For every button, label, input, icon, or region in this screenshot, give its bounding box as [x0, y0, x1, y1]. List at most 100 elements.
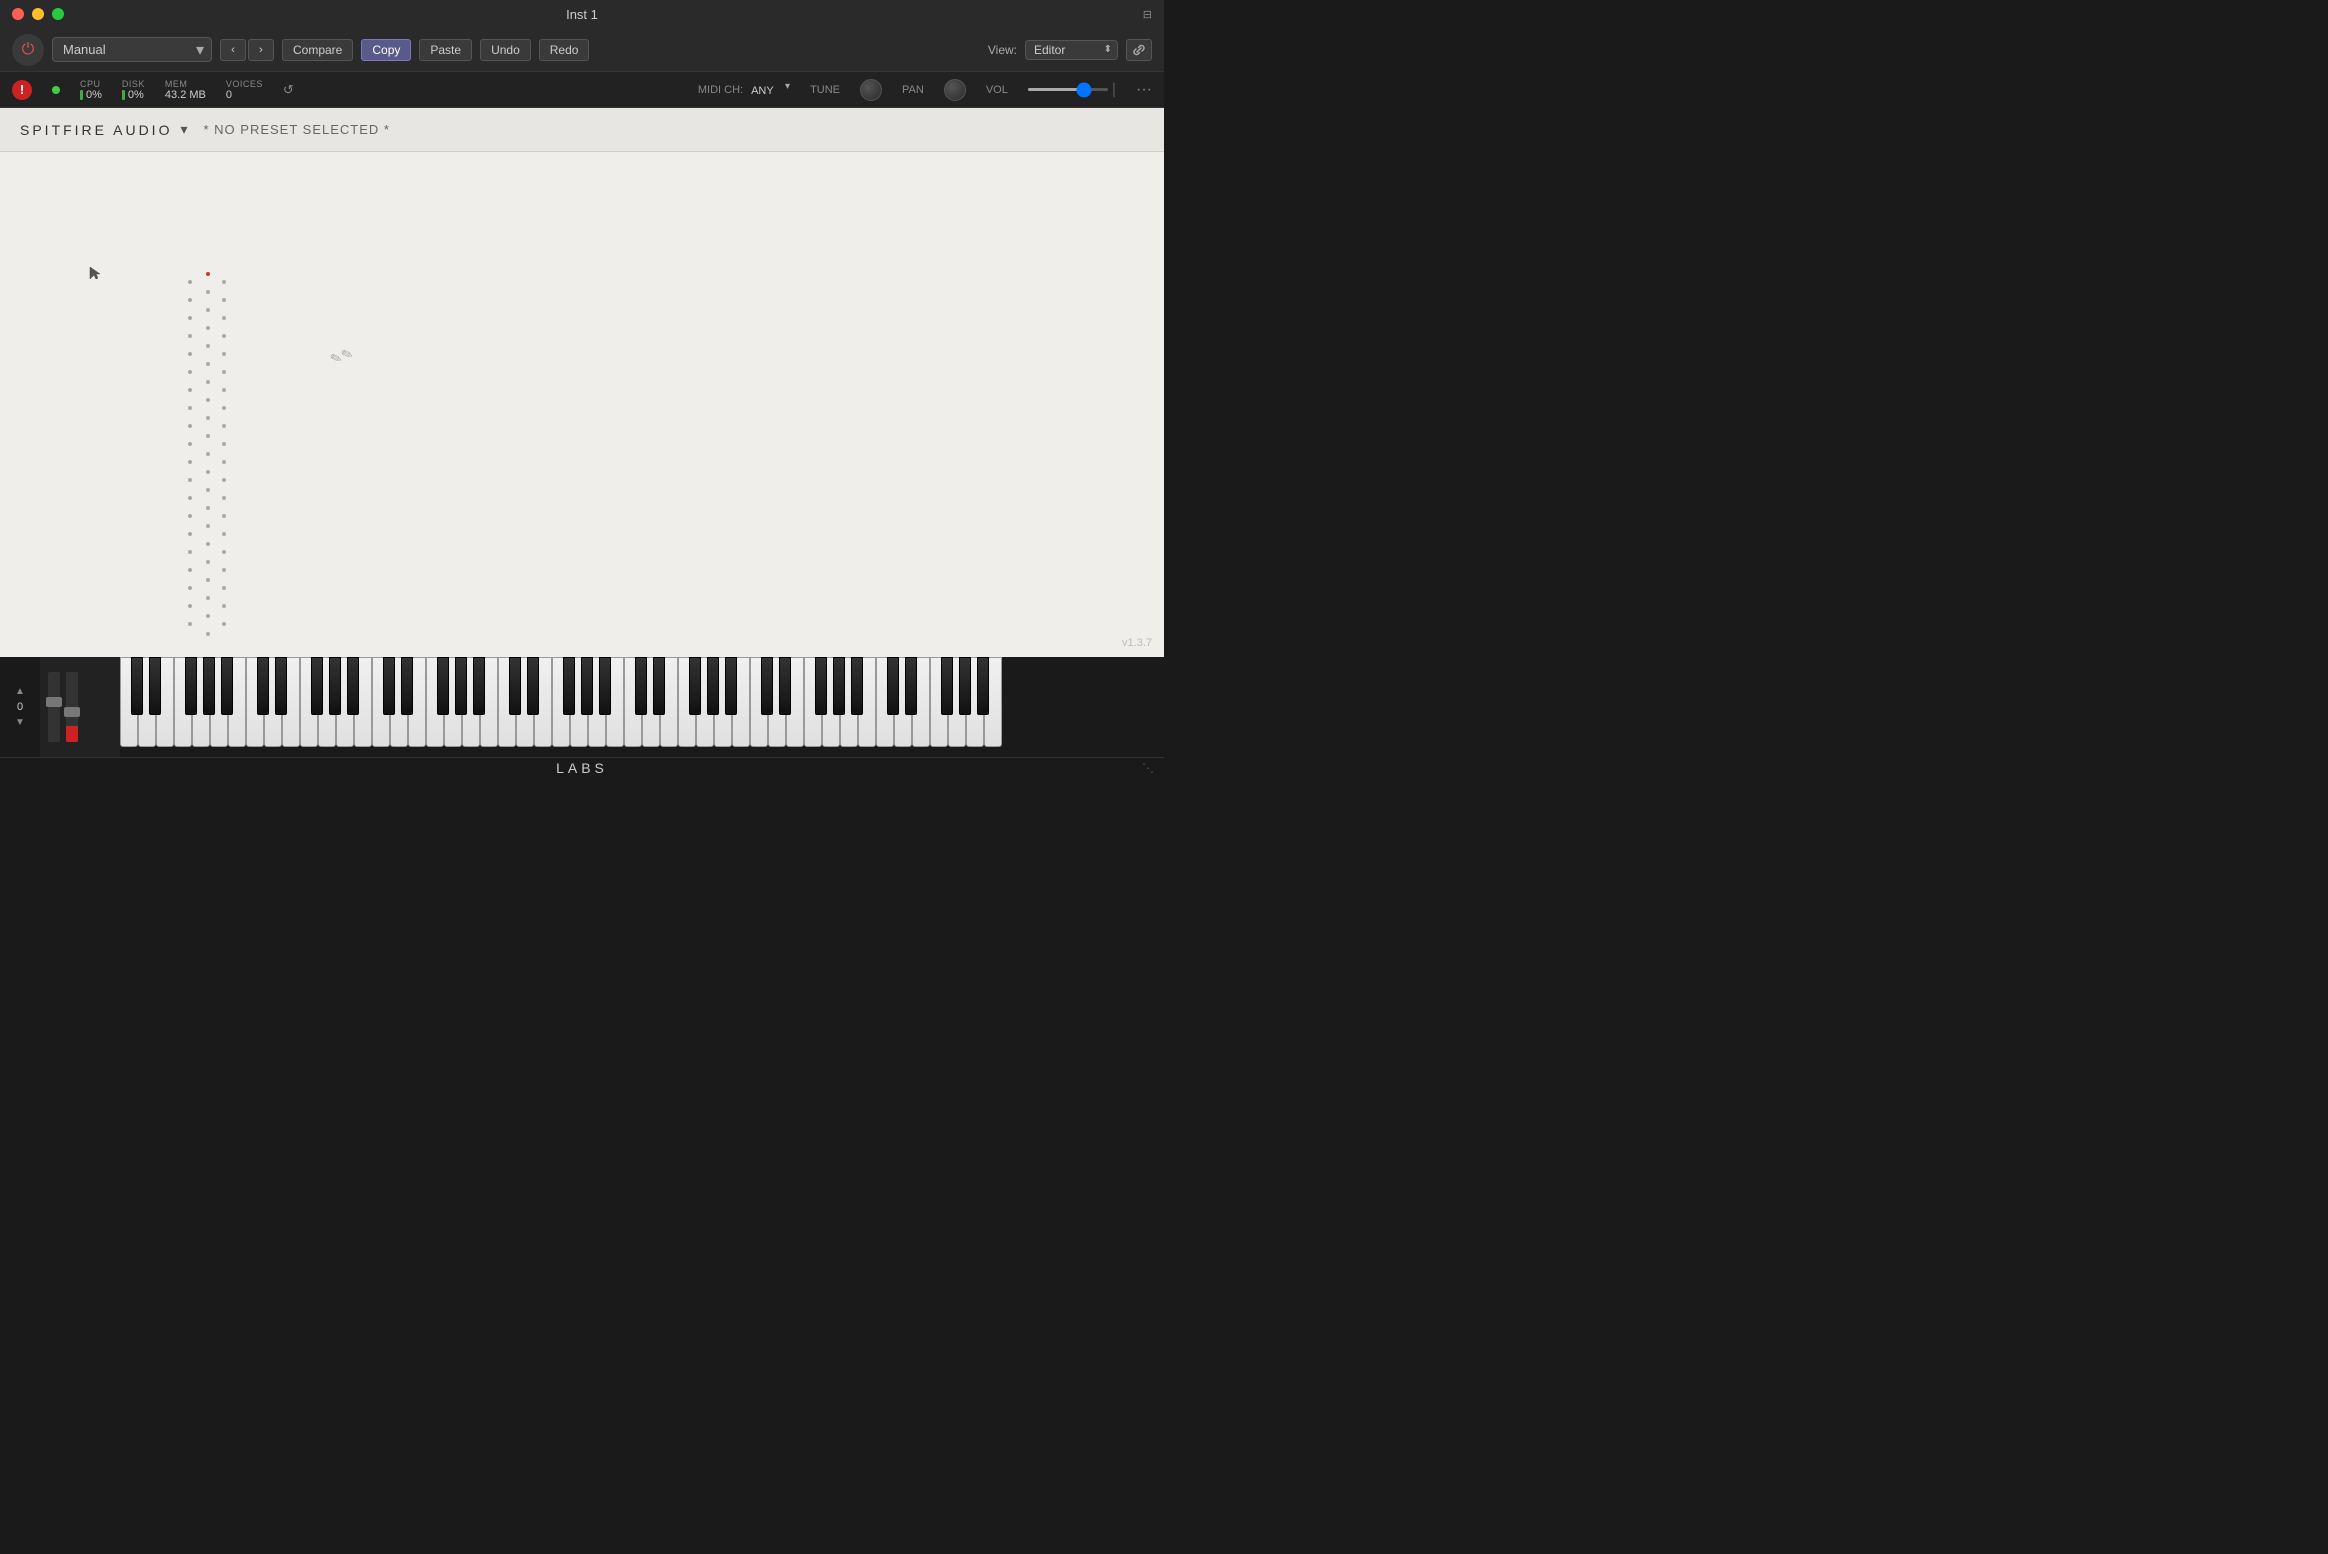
paste-button[interactable]: Paste [419, 39, 472, 61]
black-key[interactable] [653, 657, 665, 715]
black-key[interactable] [959, 657, 971, 715]
black-key[interactable] [131, 657, 143, 715]
dot [222, 316, 226, 320]
black-key[interactable] [311, 657, 323, 715]
black-key[interactable] [275, 657, 287, 715]
pan-knob[interactable] [944, 79, 966, 101]
maximize-button[interactable] [52, 8, 64, 20]
black-key[interactable] [905, 657, 917, 715]
dot [188, 370, 192, 374]
preset-select[interactable]: Manual [52, 37, 212, 62]
black-key[interactable] [347, 657, 359, 715]
black-key[interactable] [761, 657, 773, 715]
nav-back-button[interactable]: ‹ [220, 39, 246, 61]
cpu-value: 0% [80, 89, 102, 101]
status-dot [52, 86, 60, 94]
midi-ch-label: MIDI CH: [698, 84, 743, 96]
redo-button[interactable]: Redo [539, 39, 590, 61]
black-key[interactable] [725, 657, 737, 715]
refresh-button[interactable]: ↺ [283, 82, 294, 98]
power-button[interactable]: ⏻ [12, 34, 44, 66]
resize-handle[interactable]: ⊟ [1143, 8, 1152, 21]
black-key[interactable] [707, 657, 719, 715]
black-key[interactable] [581, 657, 593, 715]
black-key[interactable] [833, 657, 845, 715]
dot [188, 496, 192, 500]
black-key[interactable] [185, 657, 197, 715]
black-key[interactable] [563, 657, 575, 715]
black-key[interactable] [473, 657, 485, 715]
view-select-wrapper: Editor Modulation MIDI [1025, 40, 1118, 60]
disk-stat: DISK 0% [122, 79, 145, 101]
mem-stat: MEM 43.2 MB [165, 79, 206, 101]
black-key[interactable] [779, 657, 791, 715]
black-key[interactable] [977, 657, 989, 715]
black-key[interactable] [941, 657, 953, 715]
dot [222, 622, 226, 626]
dot [222, 352, 226, 356]
vol-label: VOL [986, 84, 1008, 96]
keyboard-wrapper[interactable] [120, 657, 1164, 757]
black-key[interactable] [257, 657, 269, 715]
octave-up-button[interactable]: ▲ [15, 686, 25, 697]
dot [206, 488, 210, 492]
black-key[interactable] [815, 657, 827, 715]
dot [222, 532, 226, 536]
toolbar: ⏻ Manual ‹ › Compare Copy Paste Undo Red… [0, 28, 1164, 72]
black-key[interactable] [509, 657, 521, 715]
black-key[interactable] [599, 657, 611, 715]
plugin-header: SPITFIRE AUDIO ▾ * NO PRESET SELECTED * [0, 108, 1164, 152]
dot [206, 524, 210, 528]
black-key[interactable] [329, 657, 341, 715]
dot [206, 308, 210, 312]
dot [222, 496, 226, 500]
black-key[interactable] [527, 657, 539, 715]
black-key[interactable] [149, 657, 161, 715]
piano-faders [40, 657, 120, 757]
dot [188, 460, 192, 464]
fader-1-handle [46, 697, 62, 707]
view-select[interactable]: Editor Modulation MIDI [1025, 40, 1118, 60]
link-button[interactable] [1126, 39, 1152, 61]
vol-slider-wrapper: | [1028, 81, 1116, 99]
black-key[interactable] [689, 657, 701, 715]
undo-button[interactable]: Undo [480, 39, 531, 61]
app-container: Inst 1 ⊟ ⏻ Manual ‹ › Compare Copy Paste… [0, 0, 1164, 777]
dot [188, 550, 192, 554]
close-button[interactable] [12, 8, 24, 20]
plugin-logo: SPITFIRE AUDIO [20, 122, 172, 138]
dot [222, 604, 226, 608]
tune-label: TUNE [810, 84, 840, 96]
minimize-button[interactable] [32, 8, 44, 20]
black-key[interactable] [437, 657, 449, 715]
black-key[interactable] [851, 657, 863, 715]
octave-down-button[interactable]: ▼ [15, 717, 25, 728]
black-key[interactable] [221, 657, 233, 715]
fader-1[interactable] [48, 672, 60, 742]
compare-button[interactable]: Compare [282, 39, 353, 61]
copy-button[interactable]: Copy [361, 39, 411, 61]
nav-buttons: ‹ › [220, 39, 274, 61]
more-button[interactable]: ··· [1136, 81, 1152, 99]
cursor-indicator [88, 265, 102, 286]
voices-label: VOICES [226, 79, 263, 89]
black-key[interactable] [203, 657, 215, 715]
midi-ch-select[interactable]: ANY 1234 [751, 85, 790, 97]
dot [222, 370, 226, 374]
plugin-content[interactable]: ✎✎ v1.3.7 [0, 152, 1164, 657]
dot [206, 578, 210, 582]
fader-2[interactable] [66, 672, 78, 742]
tune-knob[interactable] [860, 79, 882, 101]
disk-bar [122, 90, 125, 100]
black-key[interactable] [887, 657, 899, 715]
black-key[interactable] [455, 657, 467, 715]
plugin-dropdown-icon[interactable]: ▾ [180, 121, 187, 138]
plugin-area: SPITFIRE AUDIO ▾ * NO PRESET SELECTED * … [0, 108, 1164, 657]
resize-icon[interactable]: ⋱ [1142, 761, 1154, 775]
dot [206, 380, 210, 384]
black-key[interactable] [401, 657, 413, 715]
black-key[interactable] [635, 657, 647, 715]
vol-slider[interactable] [1028, 88, 1108, 91]
black-key[interactable] [383, 657, 395, 715]
nav-forward-button[interactable]: › [248, 39, 274, 61]
